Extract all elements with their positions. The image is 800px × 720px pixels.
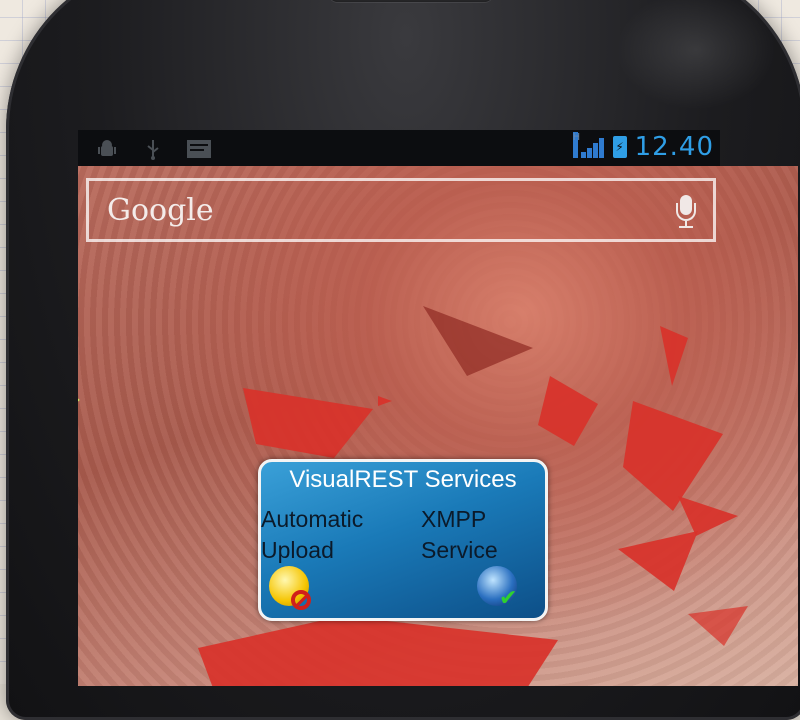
home-screen: Google VisualREST Services Automatic Upl… [78, 166, 798, 686]
network-type-label: H [572, 132, 580, 158]
wallpaper-shard [378, 396, 392, 406]
automatic-upload-item[interactable]: Automatic Upload [261, 504, 401, 566]
item-label-line2: Service [421, 537, 498, 563]
item-label-line2: Upload [261, 537, 334, 563]
usb-icon [142, 138, 164, 160]
widget-title: VisualREST Services [289, 466, 517, 493]
xmpp-service-item[interactable]: XMPP Service [421, 504, 545, 566]
wallpaper-speck [78, 394, 80, 406]
notification-icon [186, 138, 212, 160]
google-search-bar[interactable]: Google [86, 178, 716, 242]
earpiece-speaker [328, 0, 494, 2]
disabled-icon [291, 590, 311, 610]
wallpaper-shard [538, 376, 598, 446]
wallpaper-shard [678, 496, 738, 536]
wallpaper-shard [688, 606, 748, 646]
status-right-cluster: H ⚡ 12.40 [572, 132, 714, 162]
check-icon: ✔ [499, 586, 518, 611]
android-debug-icon [96, 138, 118, 160]
wallpaper-shard [660, 326, 688, 386]
item-label-line1: Automatic [261, 506, 364, 532]
lens-glare [616, 0, 776, 110]
clock: 12.40 [634, 132, 714, 162]
wallpaper-shard [618, 531, 698, 591]
battery-charging-icon: ⚡ [612, 136, 627, 158]
wallpaper-shard [623, 401, 723, 511]
status-bar: H ⚡ 12.40 [78, 130, 720, 166]
microphone-icon[interactable] [675, 195, 697, 229]
wallpaper-shard [423, 306, 533, 376]
visualrest-widget[interactable]: VisualREST Services Automatic Upload XMP… [258, 459, 548, 621]
wallpaper-shard [243, 388, 373, 458]
item-label-line1: XMPP [421, 506, 487, 532]
google-logo: Google [107, 193, 214, 228]
signal-strength-icon: H [572, 132, 605, 158]
wallpaper-shard [198, 616, 558, 686]
